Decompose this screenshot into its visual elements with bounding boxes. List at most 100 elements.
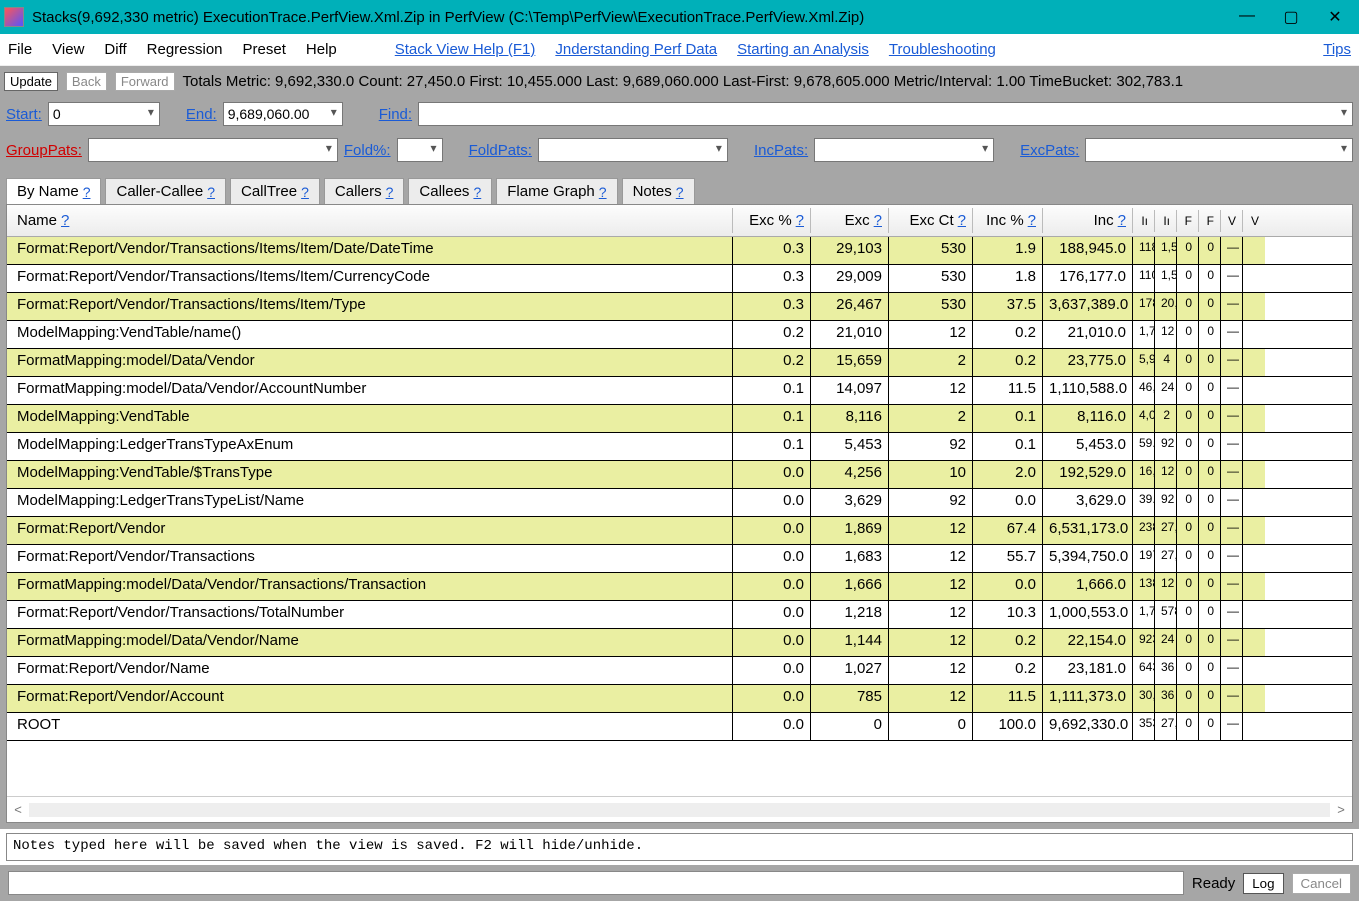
foldpats-label[interactable]: FoldPats:	[469, 142, 532, 159]
notes-box[interactable]: Notes typed here will be saved when the …	[6, 833, 1353, 861]
col-x4[interactable]: F	[1199, 210, 1221, 232]
col-name[interactable]: Name?	[7, 208, 733, 233]
update-button[interactable]: Update	[4, 72, 58, 91]
table-row[interactable]: ModelMapping:VendTable/$TransType0.04,25…	[7, 461, 1352, 489]
table-row[interactable]: ModelMapping:LedgerTransTypeAxEnum0.15,4…	[7, 433, 1352, 461]
menu-file[interactable]: File	[8, 41, 32, 58]
start-label[interactable]: Start:	[6, 106, 42, 123]
link-stack-view-help[interactable]: Stack View Help (F1)	[395, 41, 536, 58]
incpats-input[interactable]	[814, 138, 994, 162]
tab-callers[interactable]: Callers ?	[324, 178, 404, 204]
menu-preset[interactable]: Preset	[243, 41, 286, 58]
app-icon	[4, 7, 24, 27]
tab-calltree[interactable]: CallTree ?	[230, 178, 320, 204]
grouppats-input[interactable]	[88, 138, 338, 162]
toolbar-range: Start: End: Find:	[0, 96, 1359, 132]
menu-view[interactable]: View	[52, 41, 84, 58]
tab-label: Callees	[419, 183, 469, 200]
tab-label: By Name	[17, 183, 79, 200]
foldpct-label[interactable]: Fold%:	[344, 142, 391, 159]
link-tips[interactable]: Tips	[1323, 41, 1351, 58]
col-inc[interactable]: Inc?	[1043, 208, 1133, 233]
col-inc-pct[interactable]: Inc %?	[973, 208, 1043, 233]
status-ready: Ready	[1192, 875, 1235, 892]
tab-notes[interactable]: Notes ?	[622, 178, 695, 204]
toolbar-totals: Update Back Forward Totals Metric: 9,692…	[0, 66, 1359, 96]
help-icon[interactable]: ?	[301, 184, 309, 200]
close-button[interactable]: ✕	[1327, 7, 1343, 27]
tab-caller-callee[interactable]: Caller-Callee ?	[105, 178, 226, 204]
scroll-left-icon[interactable]: <	[7, 802, 29, 817]
maximize-button[interactable]: ▢	[1283, 7, 1299, 27]
col-x5[interactable]: V	[1221, 210, 1243, 232]
menu-help[interactable]: Help	[306, 41, 337, 58]
help-icon[interactable]: ?	[676, 184, 684, 200]
table-header: Name? Exc %? Exc? Exc Ct? Inc %? Inc? Iı…	[7, 205, 1352, 237]
table-row[interactable]: Format:Report/Vendor0.01,8691267.46,531,…	[7, 517, 1352, 545]
forward-button[interactable]: Forward	[115, 72, 175, 91]
table-row[interactable]: FormatMapping:model/Data/Vendor/Transact…	[7, 573, 1352, 601]
table-row[interactable]: Format:Report/Vendor/Name0.01,027120.223…	[7, 657, 1352, 685]
toolbar-patterns: GroupPats: Fold%: FoldPats: IncPats: Exc…	[0, 132, 1359, 168]
log-button[interactable]: Log	[1243, 873, 1283, 894]
table-container: Name? Exc %? Exc? Exc Ct? Inc %? Inc? Iı…	[0, 204, 1359, 829]
col-exc-pct[interactable]: Exc %?	[733, 208, 811, 233]
table-row[interactable]: Format:Report/Vendor/Account0.07851211.5…	[7, 685, 1352, 713]
help-icon[interactable]: ?	[207, 184, 215, 200]
col-exc[interactable]: Exc?	[811, 208, 889, 233]
window-title: Stacks(9,692,330 metric) ExecutionTrace.…	[32, 9, 1239, 26]
start-input[interactable]	[48, 102, 160, 126]
end-input[interactable]	[223, 102, 343, 126]
col-x6[interactable]: V	[1243, 210, 1265, 232]
scroll-right-icon[interactable]: >	[1330, 802, 1352, 817]
table-row[interactable]: FormatMapping:model/Data/Vendor/Name0.01…	[7, 629, 1352, 657]
tab-bar: By Name ? Caller-Callee ? CallTree ? Cal…	[0, 168, 1359, 204]
table-row[interactable]: ROOT0.000100.09,692,330.035327,00—	[7, 713, 1352, 741]
tab-label: Caller-Callee	[116, 183, 203, 200]
link-understanding-perf[interactable]: Jnderstanding Perf Data	[555, 41, 717, 58]
status-input[interactable]	[8, 871, 1184, 895]
excpats-label[interactable]: ExcPats:	[1020, 142, 1079, 159]
menu-regression[interactable]: Regression	[147, 41, 223, 58]
help-icon[interactable]: ?	[83, 184, 91, 200]
horizontal-scrollbar[interactable]: < >	[7, 796, 1352, 822]
find-input[interactable]	[418, 102, 1353, 126]
table-row[interactable]: ModelMapping:VendTable/name()0.221,01012…	[7, 321, 1352, 349]
tab-by-name[interactable]: By Name ?	[6, 178, 101, 204]
menu-bar: File View Diff Regression Preset Help St…	[0, 34, 1359, 66]
table-row[interactable]: Format:Report/Vendor/Transactions/Items/…	[7, 265, 1352, 293]
help-icon[interactable]: ?	[599, 184, 607, 200]
help-icon[interactable]: ?	[386, 184, 394, 200]
table-row[interactable]: Format:Report/Vendor/Transactions0.01,68…	[7, 545, 1352, 573]
minimize-button[interactable]: —	[1239, 7, 1255, 27]
col-x2[interactable]: Iı	[1155, 210, 1177, 232]
help-icon[interactable]: ?	[473, 184, 481, 200]
table-row[interactable]: ModelMapping:LedgerTransTypeList/Name0.0…	[7, 489, 1352, 517]
table-row[interactable]: Format:Report/Vendor/Transactions/TotalN…	[7, 601, 1352, 629]
foldpats-input[interactable]	[538, 138, 728, 162]
tab-callees[interactable]: Callees ?	[408, 178, 492, 204]
table-body[interactable]: Format:Report/Vendor/Transactions/Items/…	[7, 237, 1352, 796]
excpats-input[interactable]	[1085, 138, 1353, 162]
table-row[interactable]: FormatMapping:model/Data/Vendor0.215,659…	[7, 349, 1352, 377]
col-x3[interactable]: F	[1177, 210, 1199, 232]
tab-label: Flame Graph	[507, 183, 595, 200]
link-starting-analysis[interactable]: Starting an Analysis	[737, 41, 869, 58]
menu-diff[interactable]: Diff	[104, 41, 126, 58]
cancel-button[interactable]: Cancel	[1292, 873, 1352, 894]
end-label[interactable]: End:	[186, 106, 217, 123]
col-exc-ct[interactable]: Exc Ct?	[889, 208, 973, 233]
table-row[interactable]: Format:Report/Vendor/Transactions/Items/…	[7, 293, 1352, 321]
foldpct-input[interactable]	[397, 138, 443, 162]
table-row[interactable]: ModelMapping:VendTable0.18,11620.18,116.…	[7, 405, 1352, 433]
find-label[interactable]: Find:	[379, 106, 412, 123]
back-button[interactable]: Back	[66, 72, 107, 91]
table-row[interactable]: FormatMapping:model/Data/Vendor/AccountN…	[7, 377, 1352, 405]
incpats-label[interactable]: IncPats:	[754, 142, 808, 159]
table-row[interactable]: Format:Report/Vendor/Transactions/Items/…	[7, 237, 1352, 265]
col-x1[interactable]: Iı	[1133, 210, 1155, 232]
grouppats-label[interactable]: GroupPats:	[6, 142, 82, 159]
tab-label: Callers	[335, 183, 382, 200]
tab-flame-graph[interactable]: Flame Graph ?	[496, 178, 617, 204]
link-troubleshooting[interactable]: Troubleshooting	[889, 41, 996, 58]
